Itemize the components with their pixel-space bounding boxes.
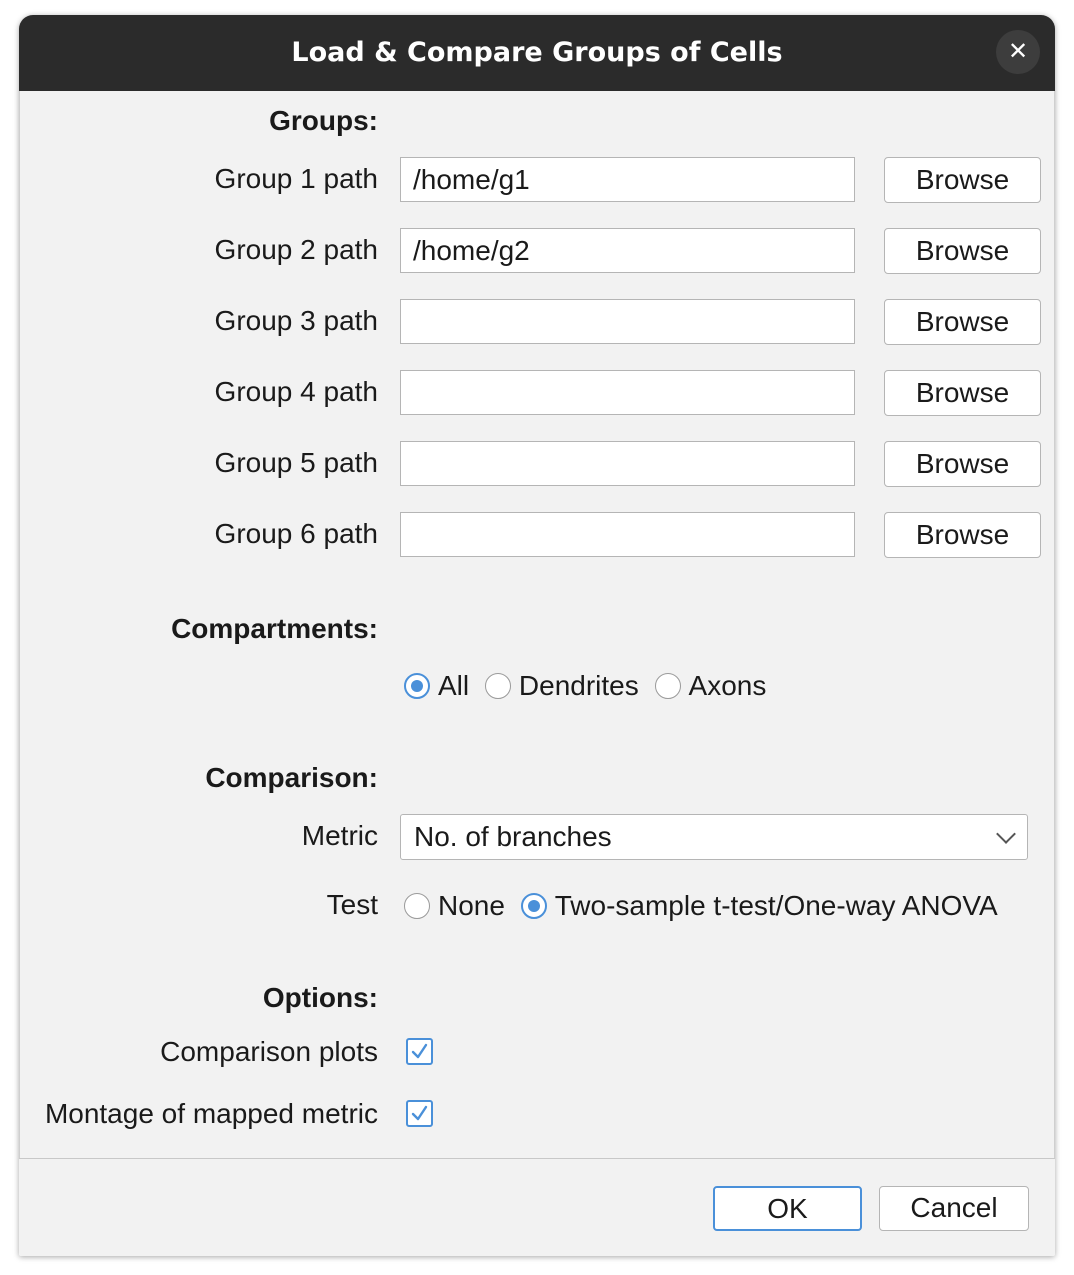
radio-test-none[interactable]: None xyxy=(404,888,521,921)
radio-dendrites[interactable]: Dendrites xyxy=(484,668,655,701)
groups-header: Groups: xyxy=(269,105,378,136)
compartments-radio-group: All Dendrites Axons xyxy=(404,668,774,702)
close-icon: ✕ xyxy=(1007,38,1029,65)
radio-selected-icon[interactable] xyxy=(520,892,547,919)
dialog-content: Groups: Group 1 path Browse Group 2 path… xyxy=(19,91,1055,1158)
ok-button[interactable]: OK xyxy=(713,1186,862,1231)
chevron-down-icon xyxy=(996,824,1016,844)
radio-unselected-icon[interactable] xyxy=(484,672,511,699)
montage-label: Montage of mapped metric xyxy=(44,1098,378,1129)
comparison-plots-label: Comparison plots xyxy=(160,1036,378,1067)
radio-test-none-label[interactable]: None xyxy=(438,890,505,921)
radio-axons-label[interactable]: Axons xyxy=(689,670,767,701)
group-4-label: Group 4 path xyxy=(214,376,378,407)
test-label: Test xyxy=(326,889,378,920)
metric-dropdown[interactable]: No. of branches xyxy=(400,814,1028,860)
group-2-path-input[interactable] xyxy=(400,228,855,273)
metric-selected-value: No. of branches xyxy=(414,821,612,852)
group-5-browse-button[interactable]: Browse xyxy=(884,441,1041,487)
group-5-path-input[interactable] xyxy=(400,441,855,486)
group-1-label: Group 1 path xyxy=(214,163,378,194)
group-6-label: Group 6 path xyxy=(214,518,378,549)
comparison-plots-checkbox[interactable] xyxy=(406,1038,433,1065)
group-1-path-input[interactable] xyxy=(400,157,855,202)
radio-unselected-icon[interactable] xyxy=(404,892,430,919)
group-1-browse-button[interactable]: Browse xyxy=(884,157,1041,203)
group-3-label: Group 3 path xyxy=(214,305,378,336)
group-2-label: Group 2 path xyxy=(214,234,378,265)
dialog-title: Load & Compare Groups of Cells xyxy=(291,37,783,68)
checkmark-icon xyxy=(411,1043,428,1059)
radio-dendrites-label[interactable]: Dendrites xyxy=(519,670,639,701)
group-3-path-input[interactable] xyxy=(400,299,855,344)
metric-label: Metric xyxy=(301,820,378,851)
radio-axons[interactable]: Axons xyxy=(654,668,775,701)
options-header: Options: xyxy=(262,982,378,1013)
group-6-browse-button[interactable]: Browse xyxy=(884,512,1041,558)
group-2-browse-button[interactable]: Browse xyxy=(884,228,1041,274)
title-bar[interactable]: Load & Compare Groups of Cells ✕ xyxy=(19,15,1055,91)
checkmark-icon xyxy=(411,1105,428,1121)
group-4-path-input[interactable] xyxy=(400,370,855,415)
test-radio-group: None Two-sample t-test/One-way ANOVA xyxy=(404,888,1006,922)
radio-all[interactable]: All xyxy=(404,668,485,701)
cancel-button[interactable]: Cancel xyxy=(879,1186,1029,1231)
group-4-browse-button[interactable]: Browse xyxy=(884,370,1041,416)
close-button[interactable]: ✕ xyxy=(996,30,1040,74)
dialog-window: Load & Compare Groups of Cells ✕ Groups:… xyxy=(19,15,1055,1256)
montage-checkbox[interactable] xyxy=(406,1100,433,1127)
radio-unselected-icon[interactable] xyxy=(654,672,681,699)
comparison-header: Comparison: xyxy=(205,762,378,793)
radio-test-ttest-anova[interactable]: Two-sample t-test/One-way ANOVA xyxy=(520,888,1006,921)
compartments-header: Compartments: xyxy=(171,613,378,644)
radio-test-ttest-anova-label[interactable]: Two-sample t-test/One-way ANOVA xyxy=(555,890,998,921)
group-6-path-input[interactable] xyxy=(400,512,855,557)
dialog-footer: OK Cancel xyxy=(19,1158,1055,1256)
radio-selected-icon[interactable] xyxy=(404,672,430,699)
group-5-label: Group 5 path xyxy=(214,447,378,478)
radio-all-label[interactable]: All xyxy=(438,670,469,701)
group-3-browse-button[interactable]: Browse xyxy=(884,299,1041,345)
